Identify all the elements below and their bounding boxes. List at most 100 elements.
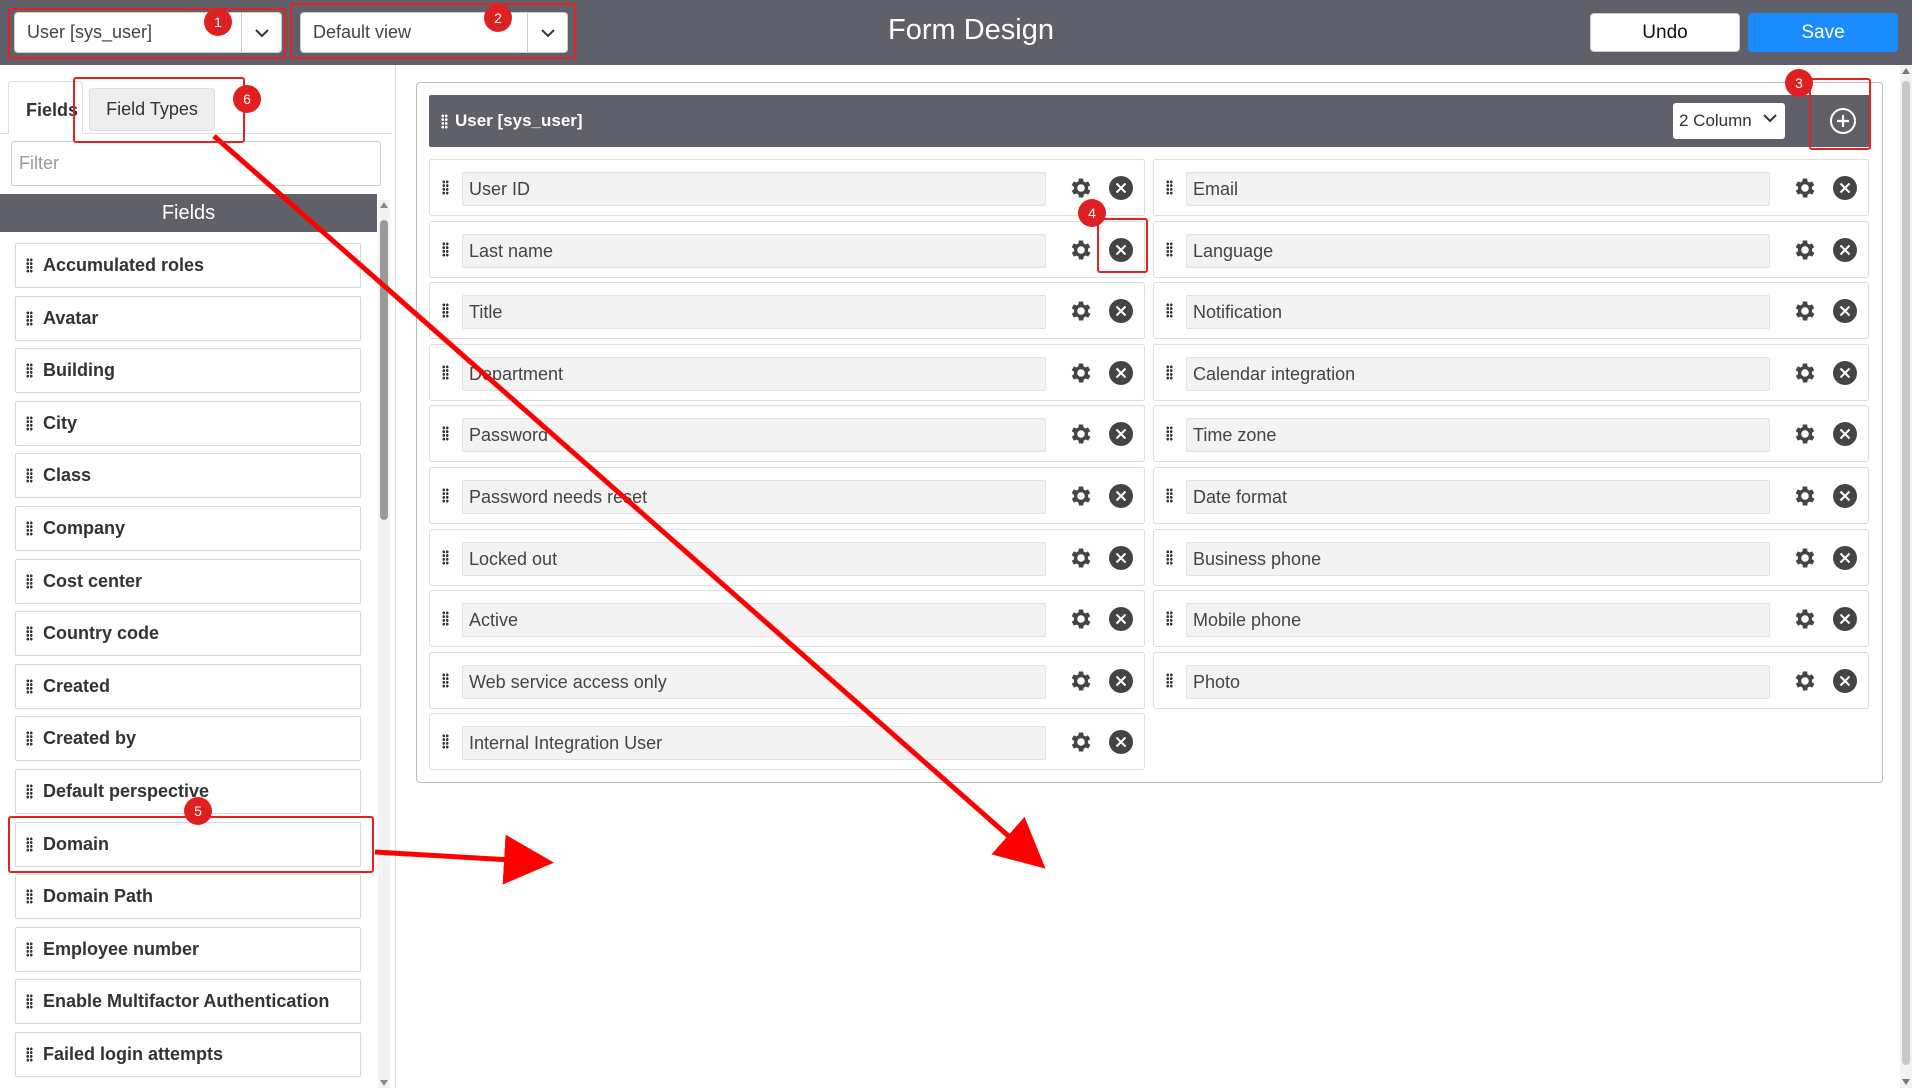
field-list-item[interactable]: Cost center [15, 558, 361, 604]
field-list-item[interactable]: Avatar [15, 295, 361, 341]
drag-handle-icon[interactable] [26, 678, 33, 694]
gear-icon[interactable] [1792, 421, 1818, 447]
field-list-item[interactable]: Domain Path [15, 874, 361, 920]
gear-icon[interactable] [1792, 175, 1818, 201]
form-field-row[interactable]: Active [429, 590, 1145, 648]
drag-handle-icon[interactable] [442, 180, 449, 195]
remove-field-icon[interactable] [1108, 298, 1134, 324]
drag-handle-icon[interactable] [1166, 549, 1173, 565]
drag-handle-icon[interactable] [442, 364, 449, 380]
gear-icon[interactable] [1068, 237, 1094, 263]
drag-handle-icon[interactable] [442, 303, 449, 319]
main-scrollbar[interactable] [1900, 65, 1912, 1088]
gear-icon[interactable] [1068, 421, 1094, 447]
undo-button[interactable]: Undo [1590, 13, 1740, 52]
scroll-down-icon[interactable] [1902, 1079, 1910, 1085]
remove-field-icon[interactable] [1832, 606, 1858, 632]
remove-field-icon[interactable] [1108, 545, 1134, 571]
remove-field-icon[interactable] [1108, 175, 1134, 201]
drag-handle-icon[interactable] [1166, 241, 1173, 257]
remove-field-icon[interactable] [1832, 545, 1858, 571]
drag-handle-icon[interactable] [26, 258, 33, 273]
form-field-row[interactable]: Date format [1153, 467, 1869, 524]
form-field-row[interactable]: Web service access only [429, 651, 1145, 709]
drag-handle-icon[interactable] [442, 488, 449, 503]
scroll-up-icon[interactable] [1902, 68, 1910, 74]
field-list-item[interactable]: Building [15, 348, 361, 394]
drag-handle-icon[interactable] [26, 994, 33, 1010]
gear-icon[interactable] [1792, 360, 1818, 386]
scrollbar-thumb[interactable] [1902, 81, 1910, 1065]
drag-handle-icon[interactable] [442, 426, 449, 442]
drag-handle-icon[interactable] [1166, 303, 1173, 319]
form-field-row[interactable]: Time zone [1153, 405, 1869, 463]
field-list-item[interactable]: City [15, 400, 361, 446]
drag-handle-icon[interactable] [1166, 611, 1173, 627]
form-field-row[interactable]: Department [429, 343, 1145, 401]
field-list-item[interactable]: Country code [15, 611, 361, 657]
remove-field-icon[interactable] [1108, 483, 1134, 509]
gear-icon[interactable] [1792, 606, 1818, 632]
form-field-row[interactable]: Business phone [1153, 528, 1869, 586]
form-field-row[interactable]: Title [429, 282, 1145, 340]
drag-handle-icon[interactable] [26, 941, 33, 957]
remove-field-icon[interactable] [1832, 360, 1858, 386]
field-list-item[interactable]: Employee number [15, 926, 361, 972]
field-list-item[interactable]: Class [15, 453, 361, 499]
form-field-row[interactable]: Notification [1153, 282, 1869, 340]
add-section-button[interactable] [1830, 108, 1856, 134]
drag-handle-icon[interactable] [26, 889, 33, 905]
gear-icon[interactable] [1068, 606, 1094, 632]
drag-handle-icon[interactable] [442, 611, 449, 627]
remove-field-icon[interactable] [1832, 298, 1858, 324]
gear-icon[interactable] [1792, 668, 1818, 694]
section-header[interactable]: User [sys_user] 2 Column [429, 95, 1870, 147]
drag-handle-icon[interactable] [26, 573, 33, 589]
form-field-row[interactable]: Locked out [429, 528, 1145, 586]
filter-input[interactable] [11, 141, 381, 186]
drag-handle-icon[interactable] [26, 310, 33, 326]
scroll-down-icon[interactable] [380, 1080, 388, 1086]
gear-icon[interactable] [1068, 668, 1094, 694]
drag-handle-icon[interactable] [442, 549, 449, 565]
save-button[interactable]: Save [1748, 13, 1898, 52]
field-list-item[interactable]: Created by [15, 716, 361, 762]
remove-field-icon[interactable] [1108, 668, 1134, 694]
field-list-item[interactable]: Default perspective [15, 768, 361, 814]
gear-icon[interactable] [1792, 237, 1818, 263]
drag-handle-icon[interactable] [1166, 180, 1173, 195]
form-field-row[interactable]: User ID [429, 159, 1145, 216]
drag-handle-icon[interactable] [26, 626, 33, 642]
remove-field-icon[interactable] [1108, 421, 1134, 447]
column-layout-select[interactable]: 2 Column [1673, 103, 1785, 139]
gear-icon[interactable] [1792, 483, 1818, 509]
gear-icon[interactable] [1792, 298, 1818, 324]
drag-handle-icon[interactable] [442, 672, 449, 688]
drag-handle-icon[interactable] [26, 520, 33, 536]
drag-handle-icon[interactable] [26, 468, 33, 484]
remove-field-icon[interactable] [1108, 237, 1134, 263]
drag-handle-icon[interactable] [26, 415, 33, 431]
field-list-item[interactable]: Failed login attempts [15, 1031, 361, 1077]
gear-icon[interactable] [1068, 545, 1094, 571]
scrollbar-thumb[interactable] [380, 220, 388, 520]
gear-icon[interactable] [1068, 483, 1094, 509]
form-field-row[interactable]: Email [1153, 159, 1869, 216]
remove-field-icon[interactable] [1832, 237, 1858, 263]
field-list-item[interactable]: Enable Multifactor Authentication [15, 979, 361, 1025]
form-field-row[interactable]: Photo [1153, 651, 1869, 709]
form-field-row[interactable]: Calendar integration [1153, 343, 1869, 401]
gear-icon[interactable] [1068, 729, 1094, 755]
gear-icon[interactable] [1068, 298, 1094, 324]
form-field-row[interactable]: Last name [429, 220, 1145, 278]
gear-icon[interactable] [1068, 175, 1094, 201]
drag-handle-icon[interactable] [26, 783, 33, 799]
drag-handle-icon[interactable] [26, 363, 33, 379]
tab-field-types[interactable]: Field Types [89, 88, 215, 131]
form-field-row[interactable]: Internal Integration User [429, 713, 1145, 771]
drag-handle-icon[interactable] [26, 731, 33, 747]
tab-fields[interactable]: Fields [8, 81, 83, 134]
form-field-row[interactable]: Language [1153, 220, 1869, 278]
remove-field-icon[interactable] [1832, 668, 1858, 694]
drag-handle-icon[interactable] [441, 114, 448, 129]
